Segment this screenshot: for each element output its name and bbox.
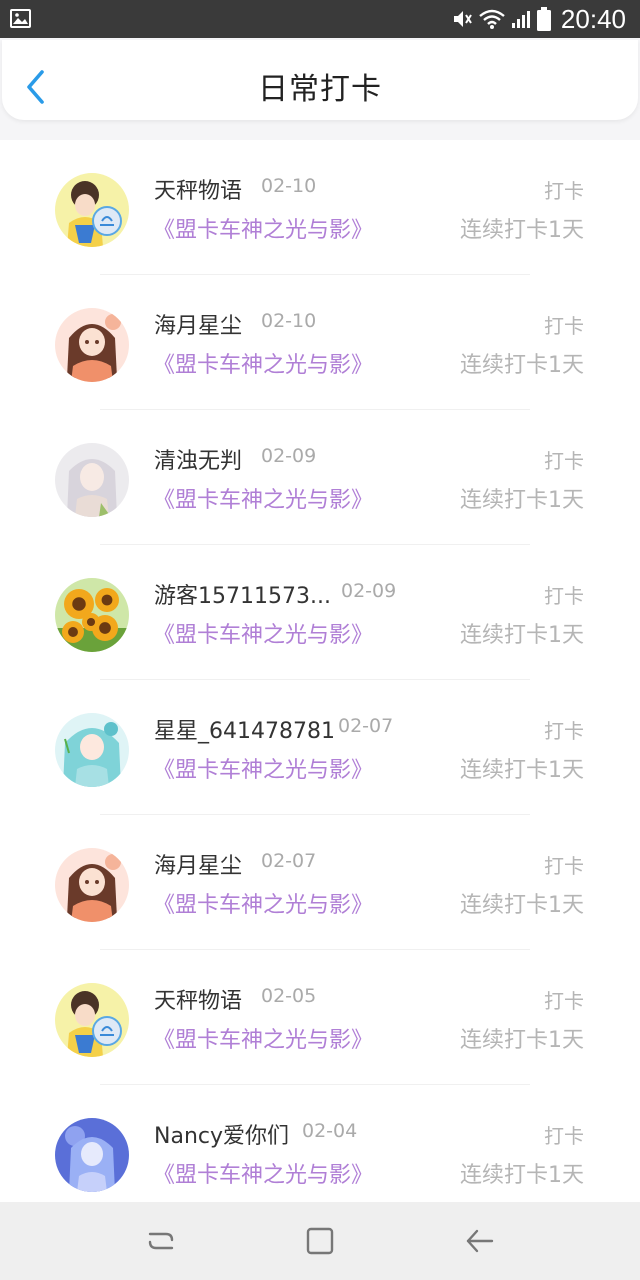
user-name: 天秤物语 (154, 179, 243, 204)
user-name: 清浊无判 (154, 449, 243, 474)
checkin-label: 打卡 (544, 989, 584, 1013)
checkin-label: 打卡 (544, 449, 584, 473)
user-name: 天秤物语 (154, 989, 243, 1014)
book-title-link[interactable]: 《盟卡车神之光与影》 (153, 887, 373, 919)
checkin-list-item[interactable]: 星星_641478781 02-07 《盟卡车神之光与影》 打卡连续打卡1天 (0, 680, 640, 815)
avatar[interactable] (55, 983, 129, 1057)
checkin-list-item[interactable]: Nancy爱你们 02-04 《盟卡车神之光与影》 打卡连续打卡1天 (0, 1085, 640, 1202)
checkin-list-item[interactable]: 游客15711573... 02-09 《盟卡车神之光与影》 打卡连续打卡1天 (0, 545, 640, 680)
signal-icon (511, 11, 530, 28)
checkin-list-item[interactable]: 天秤物语 02-05 《盟卡车神之光与影》 打卡连续打卡1天 (0, 950, 640, 1085)
book-title-link[interactable]: 《盟卡车神之光与影》 (153, 752, 373, 784)
checkin-date: 02-09 (261, 445, 317, 467)
checkin-date: 02-07 (338, 715, 394, 737)
avatar[interactable] (55, 848, 129, 922)
back-icon[interactable] (465, 1226, 495, 1256)
checkin-date: 02-05 (261, 985, 317, 1007)
book-title-link[interactable]: 《盟卡车神之光与影》 (153, 617, 373, 649)
streak-count: 连续打卡1天 (460, 893, 584, 918)
clock: 20:40 (560, 3, 626, 34)
checkin-list-item[interactable]: 海月星尘 02-10 《盟卡车神之光与影》 打卡连续打卡1天 (0, 275, 640, 410)
book-title-link[interactable]: 《盟卡车神之光与影》 (153, 482, 373, 514)
checkin-label: 打卡 (544, 854, 584, 878)
checkin-label: 打卡 (544, 1124, 584, 1148)
status-bar: 20:40 (0, 0, 640, 38)
user-name: 游客15711573... (154, 584, 331, 609)
book-title-link[interactable]: 《盟卡车神之光与影》 (153, 1022, 373, 1054)
image-icon (10, 9, 31, 28)
mute-icon (453, 11, 472, 27)
streak-count: 连续打卡1天 (460, 488, 584, 513)
checkin-list: 天秤物语 02-10 《盟卡车神之光与影》 打卡 连续打卡1天 海月星尘 02-10 《盟卡车… (0, 140, 640, 1202)
checkin-date: 02-04 (302, 1120, 358, 1142)
avatar[interactable] (55, 1118, 129, 1192)
checkin-label: 打卡 (544, 179, 584, 203)
streak-count: 连续打卡1天 (460, 1028, 584, 1053)
streak-count: 连续打卡1天 (460, 353, 584, 378)
page-title: 日常打卡 (258, 72, 382, 107)
checkin-list-item[interactable]: 清浊无判 02-09 《盟卡车神之光与影》 打卡连续打卡1天 (0, 410, 640, 545)
streak-count: 连续打卡1天 (460, 758, 584, 783)
checkin-label: 打卡 (544, 584, 584, 608)
home-icon[interactable] (305, 1226, 335, 1256)
user-name: 海月星尘 (154, 854, 243, 879)
avatar[interactable] (55, 173, 129, 247)
checkin-label: 打卡 (544, 719, 584, 743)
book-title-link[interactable]: 《盟卡车神之光与影》 (153, 1157, 373, 1189)
streak-count: 连续打卡1天 (460, 218, 584, 243)
streak-count: 连续打卡1天 (460, 623, 584, 648)
checkin-date: 02-10 (261, 175, 317, 197)
user-name: 星星_641478781 (154, 719, 335, 744)
checkin-date: 02-07 (261, 850, 317, 872)
top-app-bar: 日常打卡 (2, 40, 638, 120)
avatar[interactable] (55, 578, 129, 652)
user-name: Nancy爱你们 (154, 1124, 289, 1149)
checkin-date: 02-09 (341, 580, 397, 602)
avatar[interactable] (55, 713, 129, 787)
battery-icon (536, 7, 551, 31)
system-nav-bar (0, 1202, 640, 1280)
book-title-link[interactable]: 《盟卡车神之光与影》 (153, 347, 373, 379)
checkin-label: 打卡 (544, 314, 584, 338)
avatar[interactable] (55, 443, 129, 517)
checkin-list-item[interactable]: 天秤物语 02-10 《盟卡车神之光与影》 打卡连续打卡1天 (0, 140, 640, 275)
wifi-icon (479, 9, 505, 29)
avatar[interactable] (55, 308, 129, 382)
user-name: 海月星尘 (154, 314, 243, 339)
streak-count: 连续打卡1天 (460, 1163, 584, 1188)
recent-apps-icon[interactable] (146, 1226, 176, 1256)
checkin-list-item[interactable]: 海月星尘 02-07 《盟卡车神之光与影》 打卡连续打卡1天 (0, 815, 640, 950)
book-title-link[interactable]: 《盟卡车神之光与影》 (153, 212, 373, 244)
checkin-date: 02-10 (261, 310, 317, 332)
